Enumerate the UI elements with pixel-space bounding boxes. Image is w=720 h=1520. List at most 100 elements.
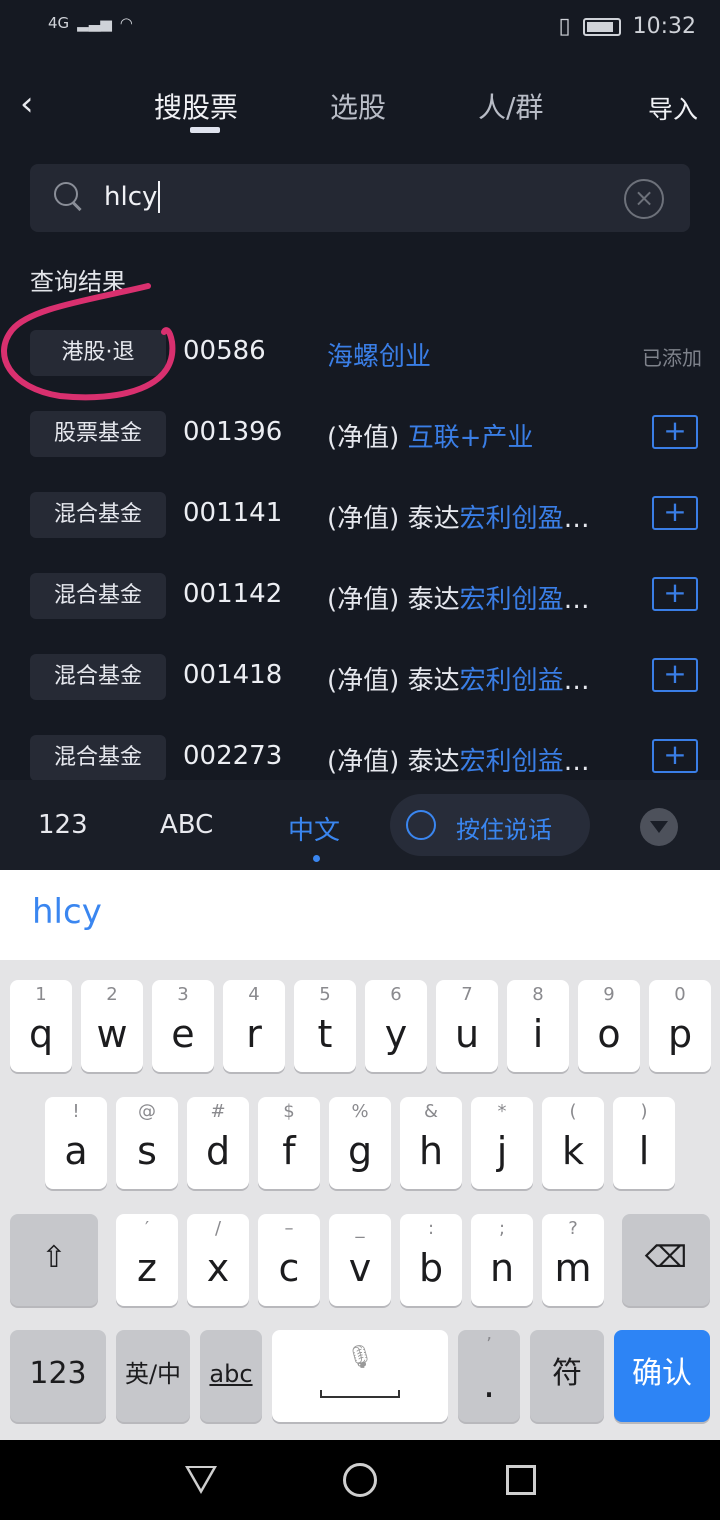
key-label: i [532,1012,544,1056]
search-input[interactable]: hlcy × [30,164,690,232]
import-button[interactable]: 导入 [648,90,698,126]
key-secondary: 0 [674,984,686,1005]
list-item[interactable]: 港股·退 00586 海螺创业 已添加 [0,316,720,397]
numbers-key[interactable]: 123 [10,1330,106,1422]
wifi-icon: ◠ [119,14,133,32]
symbols-key[interactable]: 符 [530,1330,604,1422]
punctuation-key[interactable]: ’. [458,1330,520,1422]
microphone-icon [406,810,436,840]
list-item[interactable]: 混合基金 002273 (净值) 泰达宏利创益… + [0,721,720,780]
stock-name[interactable]: (净值) 泰达宏利创盈… [327,498,590,535]
space-icon [320,1390,400,1398]
mode-abc[interactable]: ABC [160,810,213,840]
signal-icon: ▂▃▅ [77,14,112,32]
key-y[interactable]: 6y [365,980,427,1072]
recents-icon[interactable] [506,1465,536,1495]
backspace-key[interactable]: ⌫ [622,1214,710,1306]
key-v[interactable]: _ v [329,1214,391,1306]
name-highlight: 海螺创业 [327,342,432,372]
stock-code: 001418 [183,660,283,690]
language-key[interactable]: 英/中 [116,1330,190,1422]
key-t[interactable]: 5t [294,980,356,1072]
tab-people-groups[interactable]: 人/群 [478,86,543,126]
key-label: u [454,1012,480,1056]
add-button[interactable]: + [652,415,698,449]
key-x[interactable]: / x [187,1214,249,1306]
chevron-left-icon[interactable]: ‹ [20,84,34,124]
add-button[interactable]: + [652,496,698,530]
key-n[interactable]: ; n [471,1214,533,1306]
list-item[interactable]: 混合基金 001142 (净值) 泰达宏利创盈… + [0,559,720,640]
key-b[interactable]: :b [400,1214,462,1306]
key-a[interactable]: ! a [45,1097,107,1189]
key-label: s [137,1129,157,1173]
key-secondary: * [497,1101,507,1122]
shift-key[interactable]: ⇧ [10,1214,98,1306]
back-icon[interactable] [185,1466,217,1494]
key-r[interactable]: 4r [223,980,285,1072]
key-p[interactable]: 0p [649,980,711,1072]
search-value[interactable]: hlcy [104,181,161,213]
stock-name[interactable]: (净值) 泰达宏利创益… [327,660,590,697]
space-key[interactable]: 🎙 [272,1330,448,1422]
key-e[interactable]: 3e [152,980,214,1072]
key-j[interactable]: * j [471,1097,533,1189]
tab-stock-picker[interactable]: 选股 [330,86,386,126]
key-secondary: ! [72,1101,80,1122]
add-button[interactable]: + [652,658,698,692]
key-secondary: 2 [106,984,118,1005]
added-status: 已添加 [642,346,702,370]
key-z[interactable]: ′ z [116,1214,178,1306]
clear-icon[interactable]: × [624,179,664,219]
home-icon[interactable] [343,1463,377,1497]
status-bar: 4G ▂▃▅ ◠ ▯ 10:32 [0,0,720,56]
results-heading: 查询结果 [30,268,126,296]
hide-keyboard-icon[interactable] [640,808,678,846]
key-s[interactable]: @ s [116,1097,178,1189]
list-item[interactable]: 混合基金 001418 (净值) 泰达宏利创益… + [0,640,720,721]
list-item[interactable]: 股票基金 001396 (净值) 互联+产业 + [0,397,720,478]
active-mode-dot [313,855,320,862]
key-secondary: 5 [319,984,331,1005]
key-q[interactable]: 1q [10,980,72,1072]
name-plain: 泰达 [407,585,460,615]
key-d[interactable]: # d [187,1097,249,1189]
key-k[interactable]: (k [542,1097,604,1189]
clock: 10:32 [632,14,696,39]
key-w[interactable]: 2w [81,980,143,1072]
key-m[interactable]: ? m [542,1214,604,1306]
add-button[interactable]: + [652,739,698,773]
key-l[interactable]: ) l [613,1097,675,1189]
add-button[interactable]: + [652,577,698,611]
stock-name[interactable]: 海螺创业 [327,336,431,373]
stock-name[interactable]: (净值) 泰达宏利创益… [327,741,590,778]
key-label: p [667,1012,693,1056]
system-nav-bar [0,1440,720,1520]
key-u[interactable]: 7u [436,980,498,1072]
key-o[interactable]: 9o [578,980,640,1072]
candidate-text[interactable]: hlcy [32,892,102,932]
tab-search-stock[interactable]: 搜股票 [154,86,238,126]
name-prefix: (净值) [327,504,408,534]
abc-key[interactable]: abc [200,1330,262,1422]
type-badge: 混合基金 [30,573,166,619]
key-secondary: ) [640,1101,648,1122]
key-secondary: ( [569,1101,577,1122]
key-secondary: 9 [603,984,615,1005]
key-label: . [482,1362,496,1406]
key-i[interactable]: 8i [507,980,569,1072]
confirm-key[interactable]: 确认 [614,1330,710,1422]
key-h[interactable]: & h [400,1097,462,1189]
stock-name[interactable]: (净值) 互联+产业 [327,417,533,454]
list-item[interactable]: 混合基金 001141 (净值) 泰达宏利创盈… + [0,478,720,559]
type-badge: 混合基金 [30,492,166,538]
key-g[interactable]: % g [329,1097,391,1189]
key-c[interactable]: – c [258,1214,320,1306]
mode-123[interactable]: 123 [38,810,88,840]
voice-input-button[interactable]: 按住说话 [390,794,590,856]
mode-chinese[interactable]: 中文 [288,810,340,847]
key-label: w [96,1012,128,1056]
key-f[interactable]: $ f [258,1097,320,1189]
keyboard: 1 q 2 w 3 e 4 r 5 t 6 y 7 u 8 i 9 o 0 p! a @ s # d $ f% g & h * j(k) l ⇧ ′… [0,960,720,1440]
stock-name[interactable]: (净值) 泰达宏利创盈… [327,579,590,616]
